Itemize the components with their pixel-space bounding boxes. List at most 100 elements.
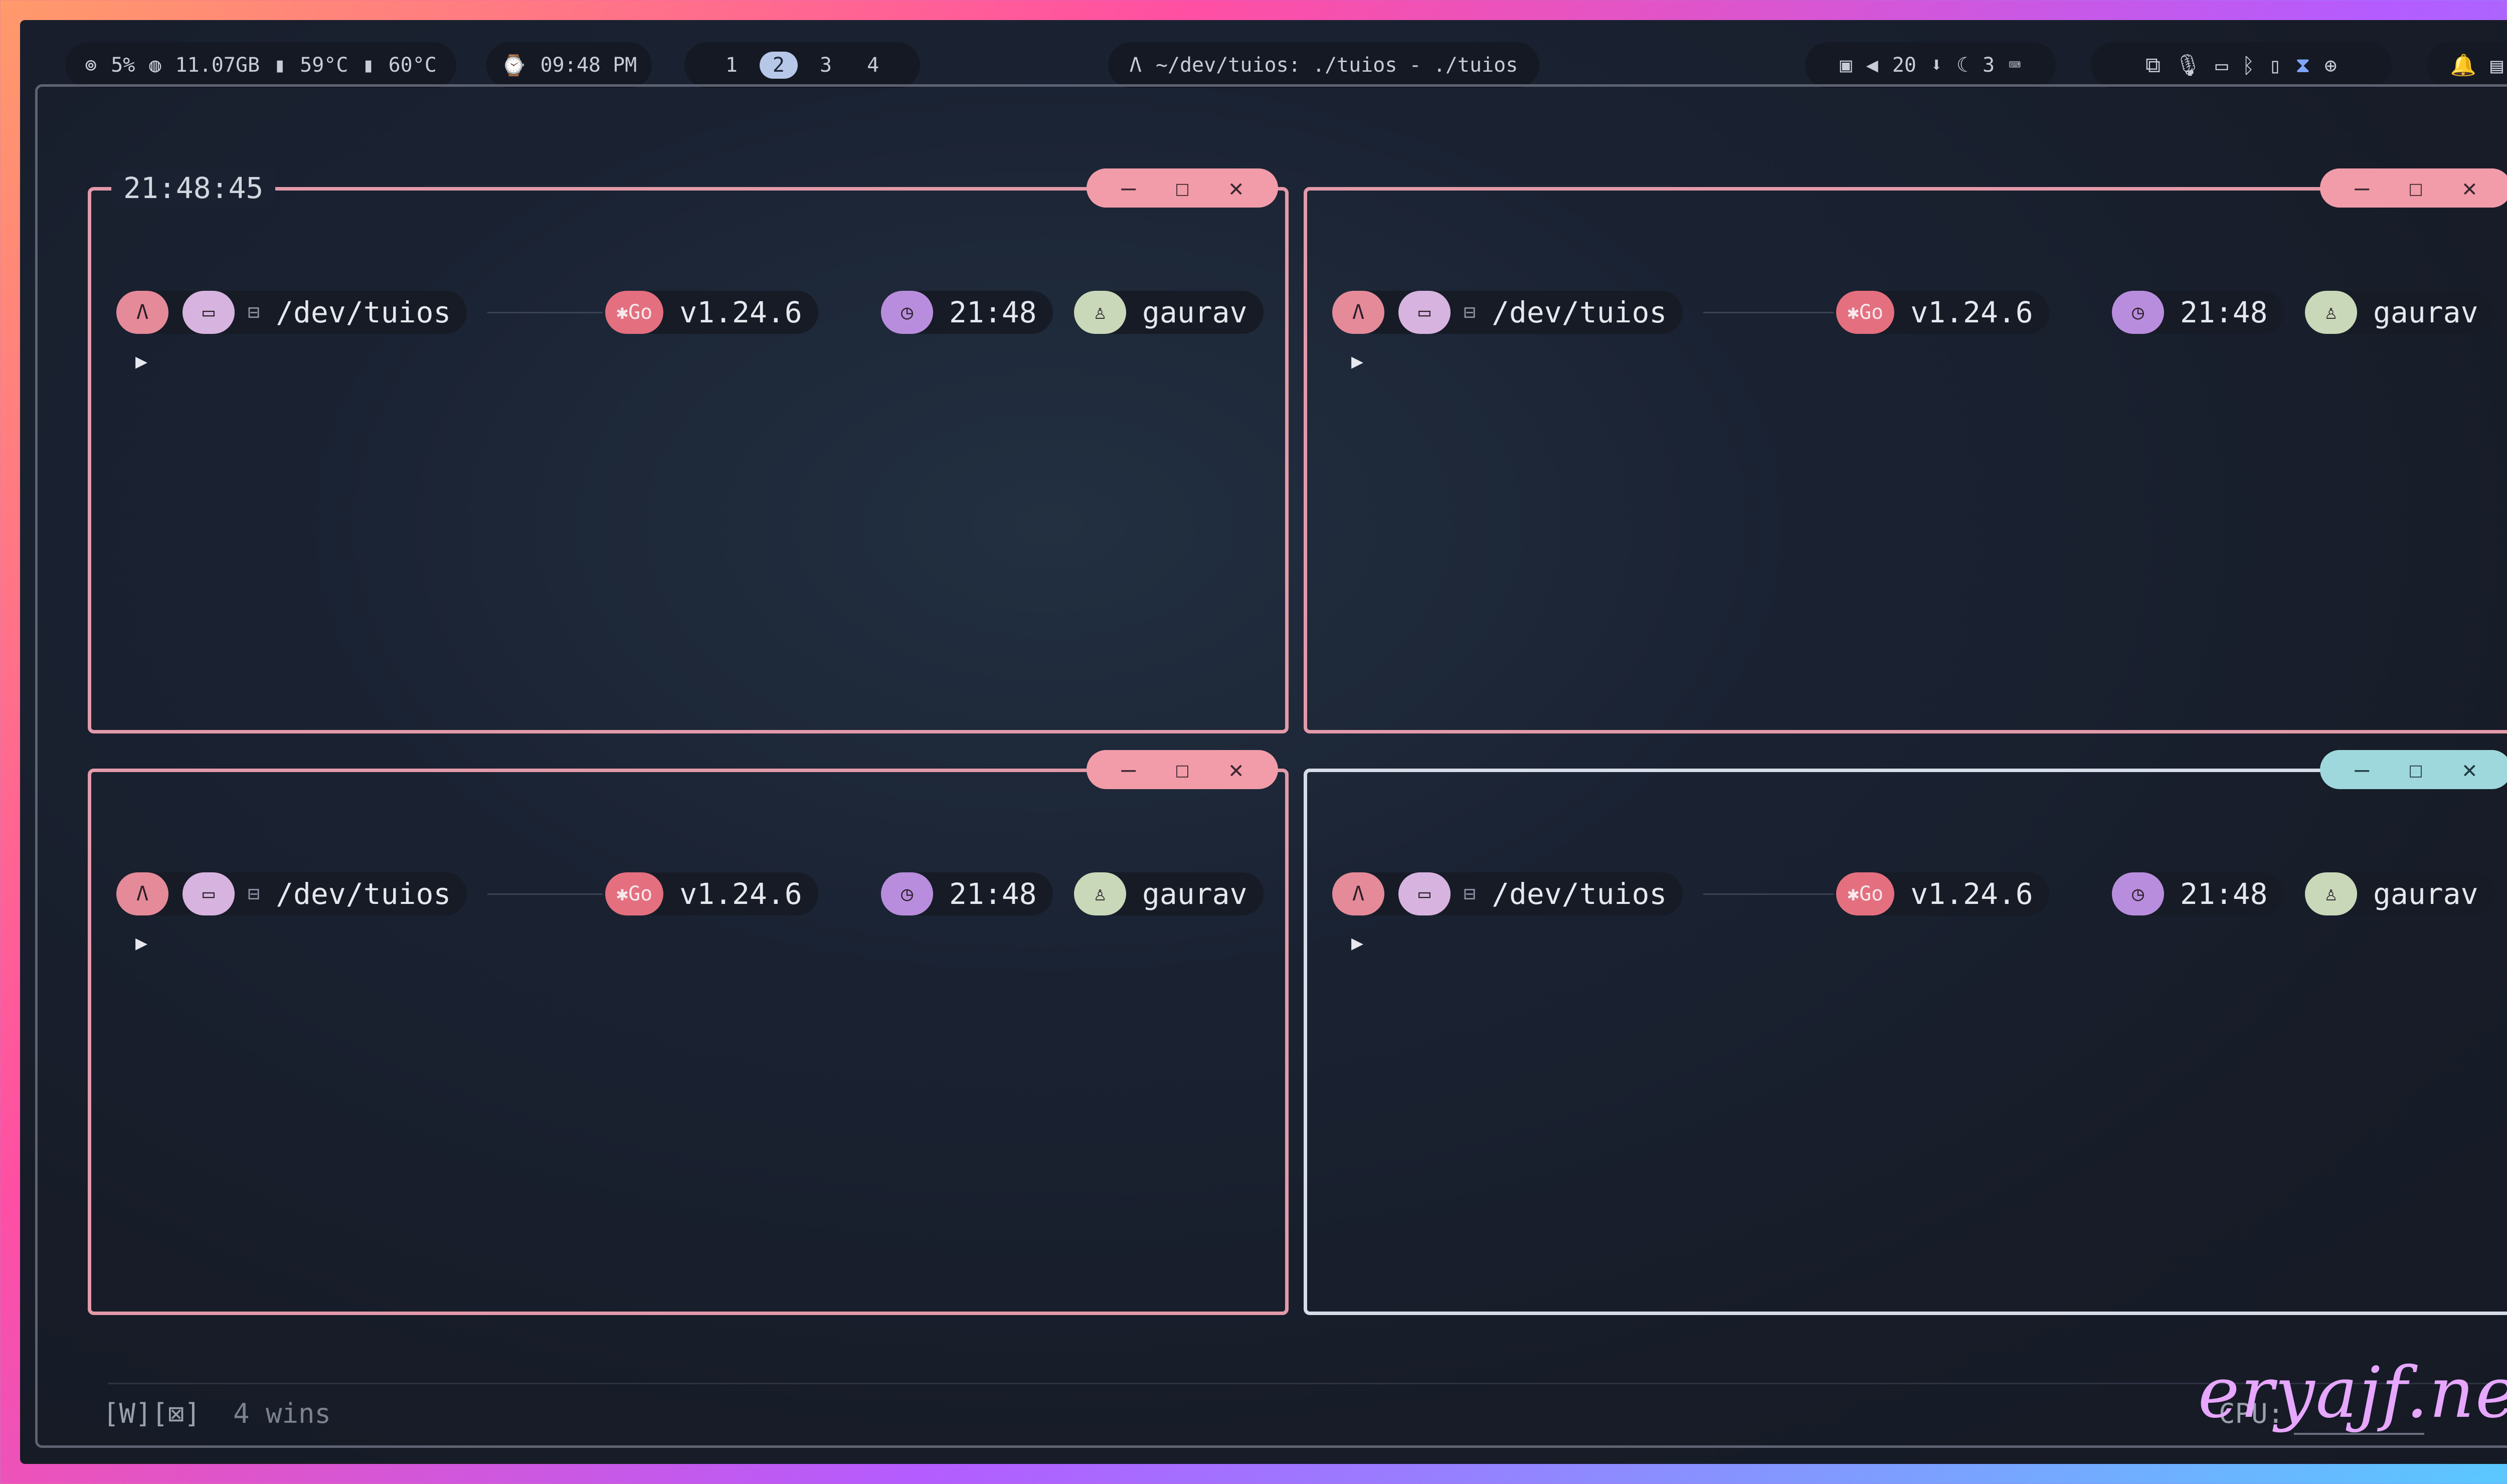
window-title-pill: Λ ~/dev/tuios: ./tuios - ./tuios [1108, 42, 1539, 88]
phone-icon[interactable]: ▯ [2269, 53, 2281, 78]
prompt-go: ✱ Go v1.24.6 [1836, 291, 2049, 334]
mode-indicator: [W][⊠] [103, 1398, 201, 1429]
minimize-button[interactable]: — [1121, 756, 1136, 784]
prompt-time-text: 21:48 [949, 295, 1037, 329]
prompt-caret-icon[interactable]: ▶ [135, 350, 147, 373]
maximize-button[interactable]: ☐ [2409, 756, 2423, 784]
terminal-frame: 21:48:45 — ☐ ✕ Λ ▭ ⊟ /dev/tuios ✱ Go v1.… [35, 84, 2507, 1448]
bluetooth-icon[interactable]: ᛒ [2242, 53, 2255, 78]
volume-level: 20 [1892, 54, 1916, 77]
folder-icon: ▭ [183, 872, 235, 915]
prompt-divider [1703, 312, 1834, 313]
prompt-divider [1703, 893, 1834, 895]
username: gaurav [1142, 877, 1247, 911]
folder-icon: ▭ [183, 291, 235, 334]
keyboard-icon[interactable]: ⌨ [2009, 54, 2021, 77]
prompt-user: ♙ gaurav [2305, 291, 2494, 334]
prompt-time: ◷ 21:48 [2112, 872, 2284, 915]
close-button[interactable]: ✕ [1229, 756, 1243, 784]
prompt-caret-icon[interactable]: ▶ [1351, 932, 1363, 955]
system-stats: ⊚ 5% ◍ 11.07GB ▮ 59°C ▮ 60°C [65, 42, 456, 88]
username: gaurav [2373, 295, 2478, 329]
minimize-button[interactable]: — [2355, 174, 2369, 202]
folder-icon: ▭ [1398, 872, 1451, 915]
prompt-user: ♙ gaurav [2305, 872, 2494, 915]
terminal-window-4[interactable]: — ☐ ✕ Λ ▭ ⊟ /dev/tuios ✱ Go v1.24.6 ◷ 21… [1304, 750, 2507, 1315]
prompt-left: Λ ▭ ⊟ /dev/tuios [116, 872, 467, 915]
workspace-4[interactable]: 4 [854, 52, 892, 79]
minimize-button[interactable]: — [2355, 756, 2369, 784]
go-label: Go [1859, 882, 1884, 905]
prompt-user: ♙ gaurav [1074, 872, 1264, 915]
bell-icon[interactable]: 🔔 [2450, 53, 2476, 78]
go-icon: ✱ Go [605, 872, 664, 915]
maximize-button[interactable]: ☐ [1175, 756, 1190, 784]
go-label: Go [628, 301, 653, 324]
terminal-window-3[interactable]: — ☐ ✕ Λ ▭ ⊟ /dev/tuios ✱ Go v1.24.6 ◷ 21… [88, 750, 1289, 1315]
prompt-divider [487, 312, 603, 313]
prompt-time: ◷ 21:48 [881, 872, 1053, 915]
volume-icon[interactable]: ◀ [1866, 54, 1878, 77]
cpu-icon: ⊚ [85, 54, 97, 77]
window-controls: — ☐ ✕ [2320, 168, 2507, 208]
minimize-button[interactable]: — [1121, 174, 1136, 202]
screenshot-icon[interactable]: ⧉ [2145, 53, 2161, 78]
cpu-stat: 5% [111, 54, 135, 77]
search-icon[interactable]: ⊕ [2324, 53, 2337, 78]
prompt-time-text: 21:48 [2180, 877, 2268, 911]
clock-pill[interactable]: ⌚ 09:48 PM [486, 42, 652, 88]
desktop: ⊚ 5% ◍ 11.07GB ▮ 59°C ▮ 60°C ⌚ 09:48 PM 1 2 3… [20, 20, 2507, 1464]
go-icon: ✱ Go [1836, 872, 1895, 915]
repo-icon: ⊟ [1464, 882, 1476, 905]
workspace-1[interactable]: 1 [712, 52, 751, 79]
status-divider [108, 1383, 2507, 1384]
screen-icon[interactable]: ▣ [1840, 54, 1852, 77]
go-version: v1.24.6 [679, 877, 802, 911]
close-button[interactable]: ✕ [1229, 174, 1243, 202]
moon-icon[interactable]: ☾ [1956, 54, 1968, 77]
current-path: /dev/tuios [1492, 295, 1667, 329]
username: gaurav [2373, 877, 2478, 911]
watermark: eryajf.net [2198, 1352, 2507, 1434]
terminal-window-1[interactable]: 21:48:45 — ☐ ✕ Λ ▭ ⊟ /dev/tuios ✱ Go v1.… [88, 168, 1289, 733]
repo-icon: ⊟ [248, 301, 260, 324]
arch-icon: Λ [116, 872, 168, 915]
prompt-time: ◷ 21:48 [881, 291, 1053, 334]
prompt-left: Λ ▭ ⊟ /dev/tuios [116, 291, 467, 334]
prompt-bar: Λ ▭ ⊟ /dev/tuios ✱ Go v1.24.6 ◷ 21:48 ♙ … [116, 872, 1264, 917]
maximize-button[interactable]: ☐ [1175, 174, 1190, 202]
power-pill: 🔔 ▤ ⏻ [2427, 42, 2507, 88]
hourglass-icon[interactable]: ⧗ [2295, 53, 2310, 78]
active-window-title: ~/dev/tuios: ./tuios - ./tuios [1155, 54, 1518, 77]
prompt-caret-icon[interactable]: ▶ [135, 932, 147, 955]
go-version: v1.24.6 [679, 295, 802, 329]
prompt-time: ◷ 21:48 [2112, 291, 2284, 334]
workspace-2[interactable]: 2 [759, 52, 798, 79]
workspace-switcher: 1 2 3 4 [684, 42, 920, 88]
display-icon[interactable]: ▭ [2215, 53, 2228, 78]
microphone-icon[interactable]: 🎙 [2175, 53, 2201, 78]
close-button[interactable]: ✕ [2462, 756, 2477, 784]
prompt-bar: Λ ▭ ⊟ /dev/tuios ✱ Go v1.24.6 ◷ 21:48 ♙ … [1332, 872, 2494, 917]
prompt-go: ✱ Go v1.24.6 [605, 291, 818, 334]
memory-icon: ◍ [149, 54, 161, 77]
arch-icon: Λ [1332, 291, 1384, 334]
folder-icon: ▭ [1398, 291, 1451, 334]
window-count: 4 wins [233, 1398, 331, 1429]
username: gaurav [1142, 295, 1247, 329]
prompt-caret-icon[interactable]: ▶ [1351, 350, 1363, 373]
go-icon: ✱ Go [605, 291, 664, 334]
clock-icon: ◷ [881, 872, 933, 915]
workspace-3[interactable]: 3 [807, 52, 845, 79]
maximize-button[interactable]: ☐ [2409, 174, 2423, 202]
download-icon[interactable]: ⬇ [1930, 54, 1942, 77]
close-button[interactable]: ✕ [2462, 174, 2477, 202]
terminal-window-2[interactable]: — ☐ ✕ Λ ▭ ⊟ /dev/tuios ✱ Go v1.24.6 ◷ 21… [1304, 168, 2507, 733]
files-icon[interactable]: ▤ [2490, 53, 2503, 78]
memory-stat: 11.07GB [175, 54, 260, 77]
temp-stat-2: 60°C [388, 54, 437, 77]
repo-icon: ⊟ [248, 882, 260, 905]
prompt-go: ✱ Go v1.24.6 [1836, 872, 2049, 915]
notification-count: 3 [1983, 54, 1995, 77]
window-title: 21:48:45 [111, 170, 276, 206]
